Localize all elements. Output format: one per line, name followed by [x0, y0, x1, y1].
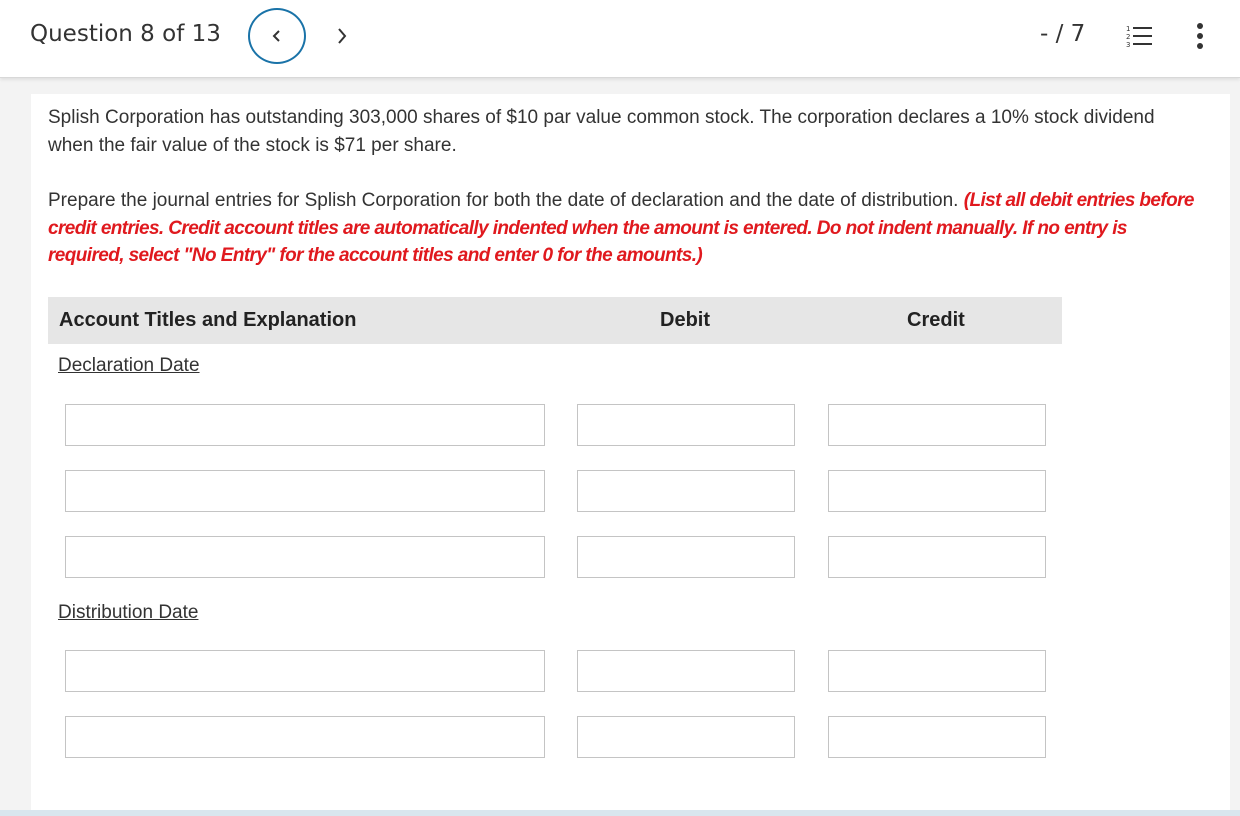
journal-row [0, 650, 1240, 692]
debit-input[interactable] [577, 650, 795, 692]
account-title-input[interactable] [65, 404, 545, 446]
instructions-text: Prepare the journal entries for Splish C… [48, 190, 959, 211]
question-header: Question 8 of 13 - / 7 1 2 3 [0, 0, 1240, 78]
table-header: Account Titles and Explanation Debit Cre… [48, 297, 1062, 344]
question-counter: Question 8 of 13 [30, 21, 221, 47]
svg-text:3: 3 [1126, 41, 1130, 49]
account-title-input[interactable] [65, 716, 545, 758]
debit-input[interactable] [577, 536, 795, 578]
account-title-input[interactable] [65, 470, 545, 512]
credit-input[interactable] [828, 536, 1046, 578]
credit-input[interactable] [828, 404, 1046, 446]
credit-input[interactable] [828, 470, 1046, 512]
journal-row [0, 470, 1240, 512]
instructions: Prepare the journal entries for Splish C… [48, 187, 1198, 270]
credit-column-header: Credit [907, 309, 965, 331]
journal-row [0, 716, 1240, 758]
bottom-divider [0, 810, 1240, 816]
journal-row [0, 404, 1240, 446]
score-display: - / 7 [1040, 21, 1086, 47]
account-column-header: Account Titles and Explanation [59, 309, 357, 331]
declaration-date-link[interactable]: Declaration Date [58, 355, 200, 377]
next-question-button[interactable] [326, 18, 358, 54]
more-options-button[interactable] [1188, 20, 1212, 52]
distribution-date-link[interactable]: Distribution Date [58, 602, 198, 624]
account-title-input[interactable] [65, 650, 545, 692]
credit-input[interactable] [828, 716, 1046, 758]
journal-row [0, 536, 1240, 578]
numbered-list-icon: 1 2 3 [1126, 25, 1152, 49]
account-title-input[interactable] [65, 536, 545, 578]
previous-question-button[interactable] [248, 8, 306, 64]
credit-input[interactable] [828, 650, 1046, 692]
vertical-ellipsis-icon [1197, 23, 1203, 49]
debit-input[interactable] [577, 404, 795, 446]
debit-input[interactable] [577, 470, 795, 512]
problem-statement: Splish Corporation has outstanding 303,0… [48, 107, 1155, 156]
svg-text:2: 2 [1126, 33, 1130, 41]
chevron-right-icon [338, 28, 347, 44]
debit-input[interactable] [577, 716, 795, 758]
debit-column-header: Debit [660, 309, 710, 331]
question-list-button[interactable]: 1 2 3 [1124, 22, 1154, 50]
svg-text:1: 1 [1126, 25, 1130, 33]
chevron-left-icon [272, 30, 280, 42]
